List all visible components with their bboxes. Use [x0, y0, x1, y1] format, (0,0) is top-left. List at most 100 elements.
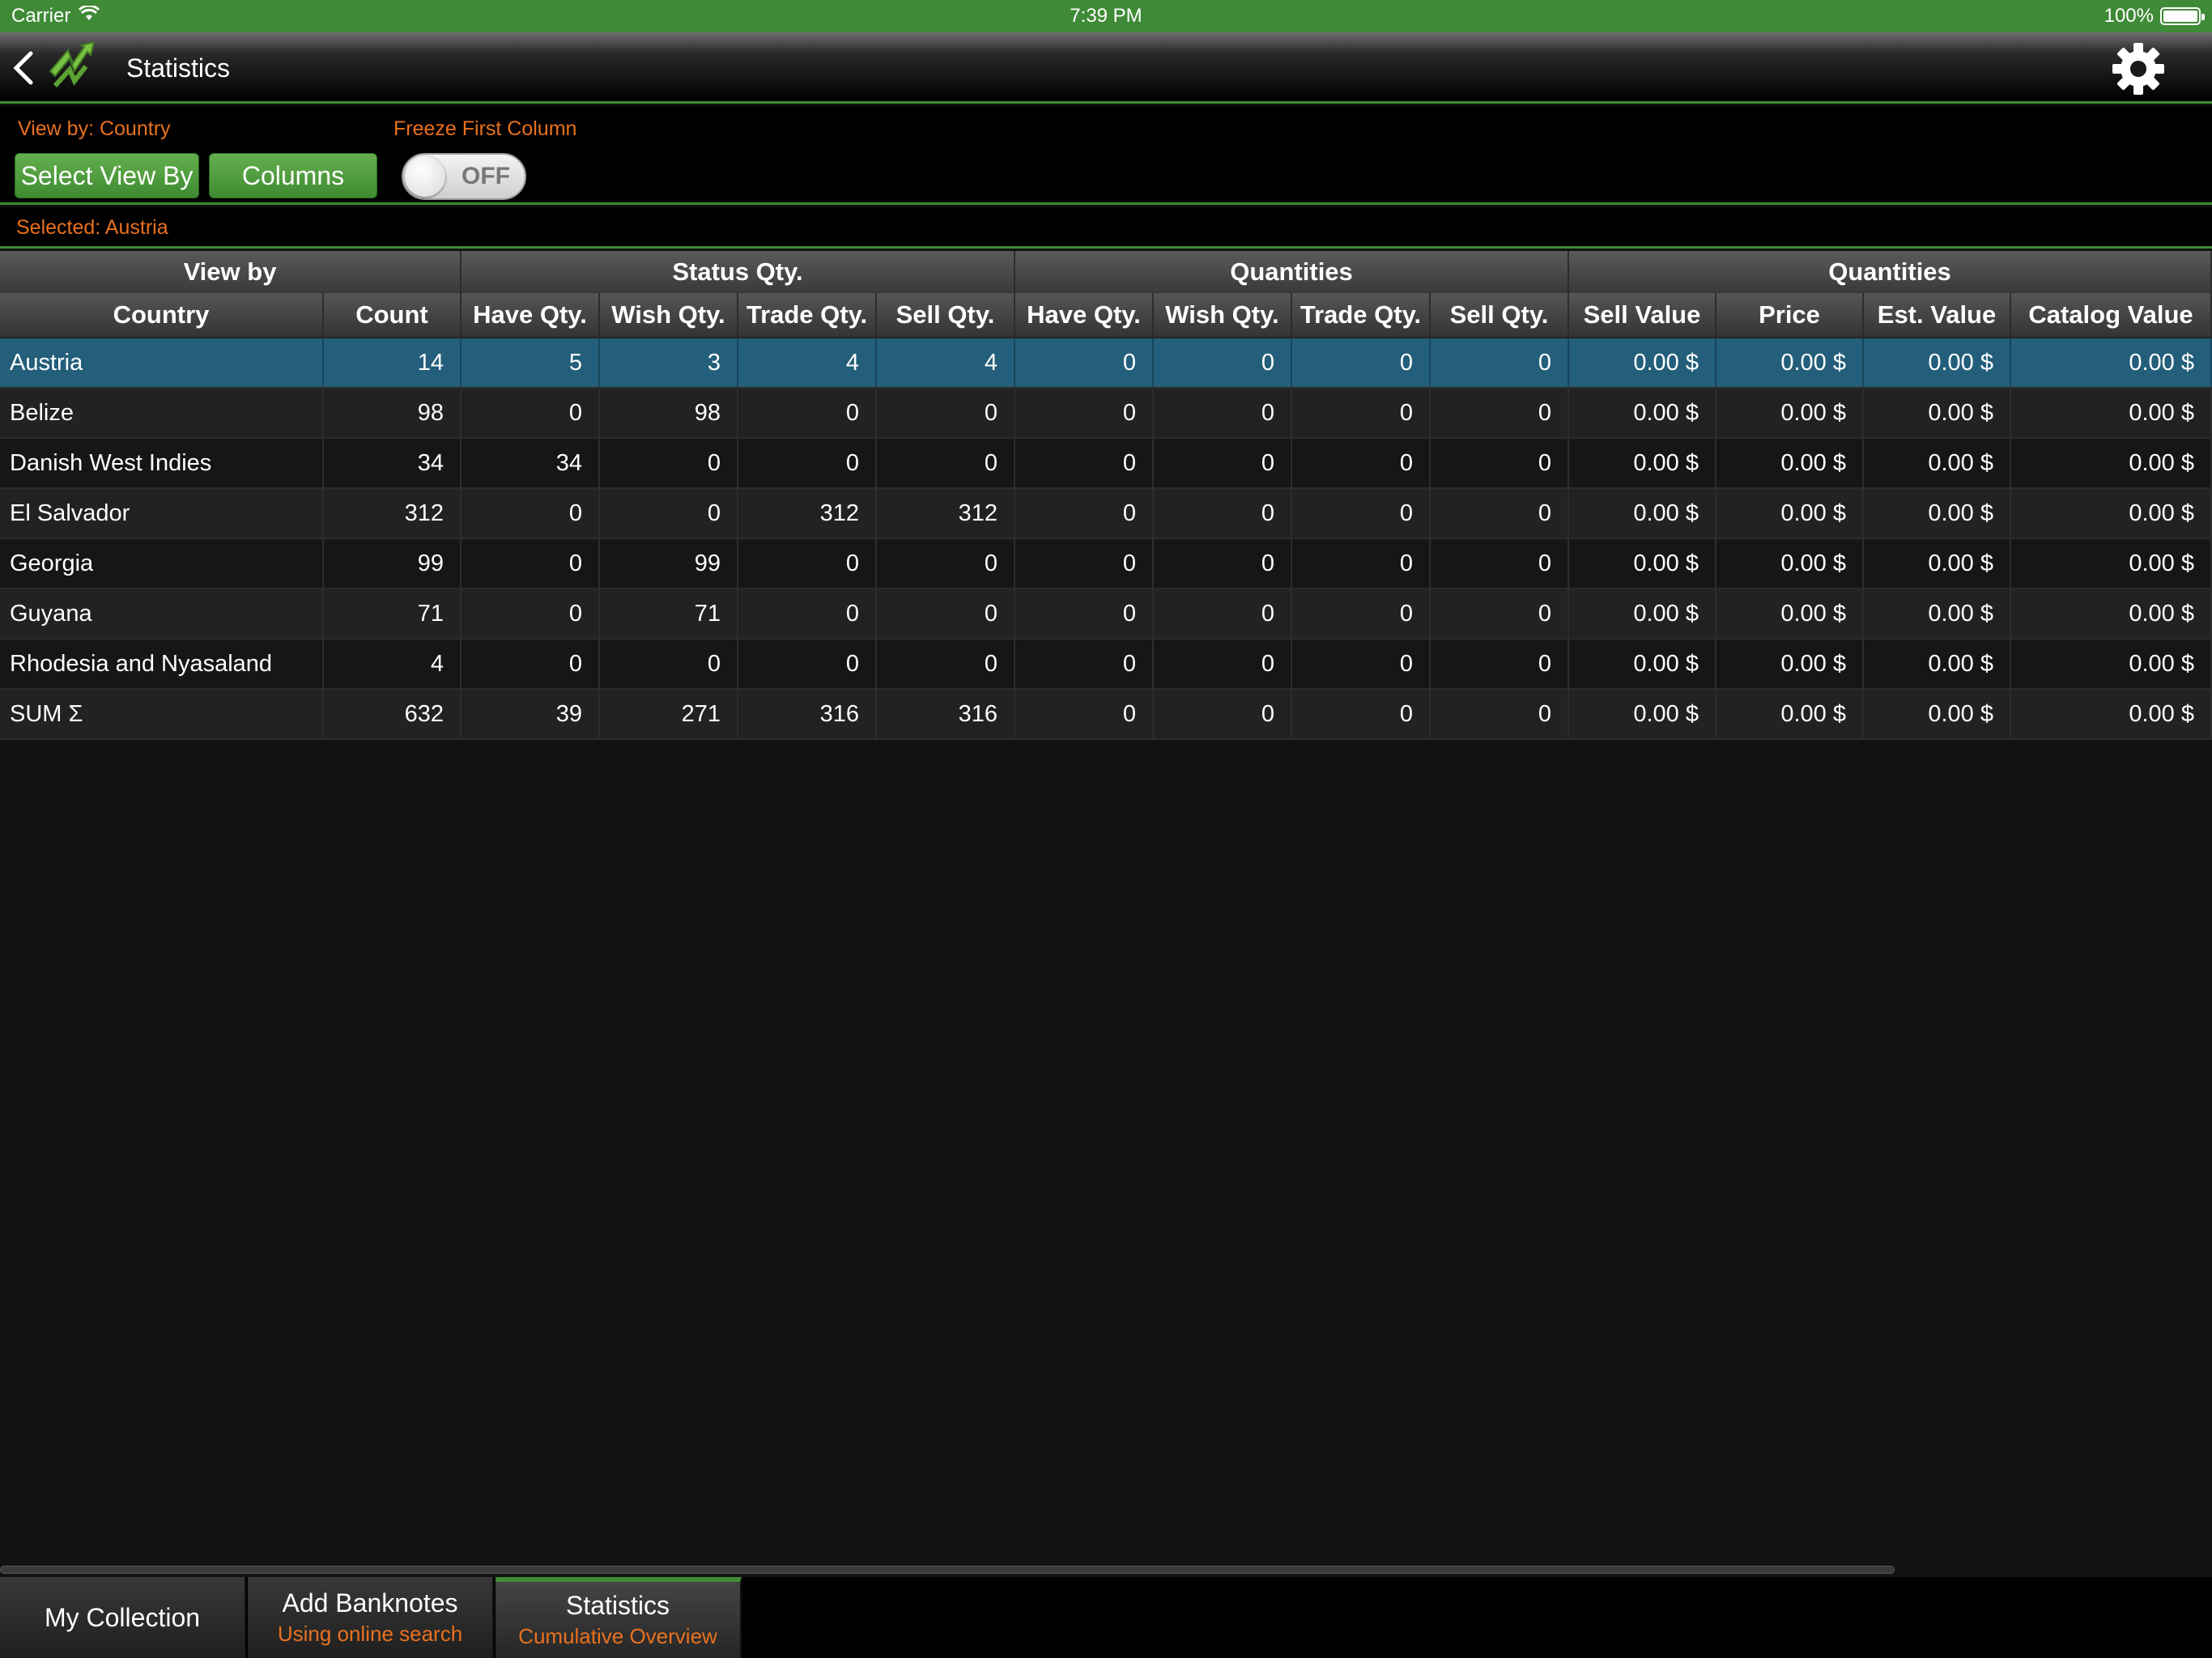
- column-header-est-value[interactable]: Est. Value: [1864, 293, 2011, 337]
- back-chevron-icon[interactable]: [11, 50, 36, 86]
- table-row[interactable]: Belize 98 0 98 0 0 0 0 0 0 0.00 $0.00 $0.00 $0.00 …: [0, 389, 2212, 439]
- cell-count: 14: [324, 338, 462, 387]
- select-view-by-button[interactable]: Select View By: [15, 153, 199, 198]
- cell-sell-value: 0.00 $: [1569, 690, 1716, 738]
- group-header-row: View by Status Qty. Quantities Quantitie…: [0, 251, 2212, 293]
- table-row[interactable]: Danish West Indies 34 34 0 0 0 0 0 0 0 0.00 $0.00 …: [0, 439, 2212, 489]
- cell-wish-qty: 98: [600, 389, 738, 437]
- status-bar: Carrier 7:39 PM 100%: [0, 0, 2212, 32]
- column-header-country[interactable]: Country: [0, 293, 324, 337]
- cell-count: 34: [324, 439, 462, 487]
- cell-qty-trade: 0: [1292, 389, 1431, 437]
- cell-trade-qty: 0: [738, 640, 877, 688]
- table-row[interactable]: Austria 14 5 3 4 4 0 0 0 0 0.00 $0.00 $0.00 $0.00 …: [0, 338, 2212, 389]
- group-header: Quantities: [1015, 251, 1569, 293]
- cell-qty-wish: 0: [1154, 690, 1292, 738]
- cell-qty-have: 0: [1015, 489, 1154, 538]
- column-header-sell-value[interactable]: Sell Value: [1569, 293, 1716, 337]
- cell-sell-value: 0.00 $: [1569, 439, 1716, 487]
- tab-statistics[interactable]: Statistics Cumulative Overview: [496, 1577, 742, 1658]
- controls-panel: View by: Country Select View By Columns …: [0, 106, 2212, 205]
- horizontal-scrollbar[interactable]: [0, 1566, 1895, 1574]
- cell-qty-sell: 0: [1431, 589, 1569, 638]
- cell-wish-qty: 0: [600, 439, 738, 487]
- cell-country: Danish West Indies: [0, 439, 324, 487]
- cell-wish-qty: 271: [600, 690, 738, 738]
- column-header-qty-sell[interactable]: Sell Qty.: [1431, 293, 1569, 337]
- cell-sell-qty: 312: [877, 489, 1015, 538]
- column-header-have-qty[interactable]: Have Qty.: [462, 293, 600, 337]
- cell-price: 0.00 $: [1716, 389, 1864, 437]
- cell-qty-sell: 0: [1431, 439, 1569, 487]
- column-header-wish-qty[interactable]: Wish Qty.: [600, 293, 738, 337]
- cell-count: 98: [324, 389, 462, 437]
- table-row[interactable]: SUM Σ 632 39 271 316 316 0 0 0 0 0.00 $0.00 $0.00 …: [0, 690, 2212, 740]
- cell-trade-qty: 4: [738, 338, 877, 387]
- freeze-first-column-toggle[interactable]: OFF: [402, 153, 526, 200]
- navigation-bar: Statistics: [0, 32, 2212, 104]
- cell-catalog-value: 0.00 $: [2011, 539, 2212, 588]
- wifi-icon: [79, 4, 100, 28]
- toggle-state-label: OFF: [462, 163, 510, 189]
- cell-country: El Salvador: [0, 489, 324, 538]
- tab-my-collection[interactable]: My Collection: [0, 1577, 246, 1658]
- tab-title: Add Banknotes: [282, 1588, 458, 1618]
- cell-qty-wish: 0: [1154, 589, 1292, 638]
- cell-qty-wish: 0: [1154, 338, 1292, 387]
- column-header-trade-qty[interactable]: Trade Qty.: [738, 293, 877, 337]
- cell-qty-sell: 0: [1431, 640, 1569, 688]
- column-header-catalog-value[interactable]: Catalog Value: [2011, 293, 2212, 337]
- cell-sell-value: 0.00 $: [1569, 338, 1716, 387]
- selected-bar: Selected: Austria: [0, 207, 2212, 249]
- cell-est-value: 0.00 $: [1864, 439, 2011, 487]
- cell-qty-trade: 0: [1292, 489, 1431, 538]
- tab-add-banknotes[interactable]: Add Banknotes Using online search: [248, 1577, 494, 1658]
- column-header-qty-wish[interactable]: Wish Qty.: [1154, 293, 1292, 337]
- tab-title: Statistics: [565, 1591, 670, 1620]
- cell-have-qty: 0: [462, 640, 600, 688]
- column-header-qty-trade[interactable]: Trade Qty.: [1292, 293, 1431, 337]
- cell-wish-qty: 0: [600, 640, 738, 688]
- cell-qty-sell: 0: [1431, 489, 1569, 538]
- cell-have-qty: 0: [462, 589, 600, 638]
- cell-qty-wish: 0: [1154, 389, 1292, 437]
- tab-subtitle: Cumulative Overview: [518, 1624, 717, 1648]
- app-logo-icon: [45, 39, 102, 96]
- column-header-price[interactable]: Price: [1716, 293, 1864, 337]
- tab-title: My Collection: [44, 1602, 201, 1632]
- column-header-row: Country Count Have Qty. Wish Qty. Trade Qty.…: [0, 293, 2212, 338]
- cell-est-value: 0.00 $: [1864, 589, 2011, 638]
- cell-sell-value: 0.00 $: [1569, 539, 1716, 588]
- cell-country: SUM Σ: [0, 690, 324, 738]
- table-row[interactable]: Guyana 71 0 71 0 0 0 0 0 0 0.00 $0.00 $0.00 $0.00 …: [0, 589, 2212, 640]
- cell-trade-qty: 316: [738, 690, 877, 738]
- cell-qty-trade: 0: [1292, 640, 1431, 688]
- cell-est-value: 0.00 $: [1864, 489, 2011, 538]
- cell-sell-qty: 4: [877, 338, 1015, 387]
- cell-qty-trade: 0: [1292, 690, 1431, 738]
- cell-qty-have: 0: [1015, 589, 1154, 638]
- cell-wish-qty: 99: [600, 539, 738, 588]
- tab-subtitle: Using online search: [277, 1622, 463, 1646]
- cell-have-qty: 0: [462, 489, 600, 538]
- cell-sell-qty: 0: [877, 389, 1015, 437]
- table-row[interactable]: El Salvador 312 0 0 312 312 0 0 0 0 0.00 $0.00 $0.…: [0, 489, 2212, 539]
- columns-button[interactable]: Columns: [209, 153, 377, 198]
- battery-percent: 100%: [2104, 5, 2154, 27]
- column-header-sell-qty[interactable]: Sell Qty.: [877, 293, 1015, 337]
- cell-qty-trade: 0: [1292, 439, 1431, 487]
- cell-sell-value: 0.00 $: [1569, 389, 1716, 437]
- carrier-label: Carrier: [11, 5, 71, 27]
- table-row[interactable]: Rhodesia and Nyasaland 4 0 0 0 0 0 0 0 0 0.00 $0.0…: [0, 640, 2212, 690]
- cell-qty-trade: 0: [1292, 539, 1431, 588]
- clock: 7:39 PM: [1070, 5, 1142, 27]
- gear-icon[interactable]: [2110, 40, 2167, 97]
- cell-trade-qty: 0: [738, 389, 877, 437]
- cell-qty-have: 0: [1015, 389, 1154, 437]
- cell-est-value: 0.00 $: [1864, 690, 2011, 738]
- cell-catalog-value: 0.00 $: [2011, 439, 2212, 487]
- table-row[interactable]: Georgia 99 0 99 0 0 0 0 0 0 0.00 $0.00 $0.00 $0.00…: [0, 539, 2212, 589]
- column-header-count[interactable]: Count: [324, 293, 462, 337]
- tab-bar: My Collection Add Banknotes Using online…: [0, 1577, 2212, 1658]
- column-header-qty-have[interactable]: Have Qty.: [1015, 293, 1154, 337]
